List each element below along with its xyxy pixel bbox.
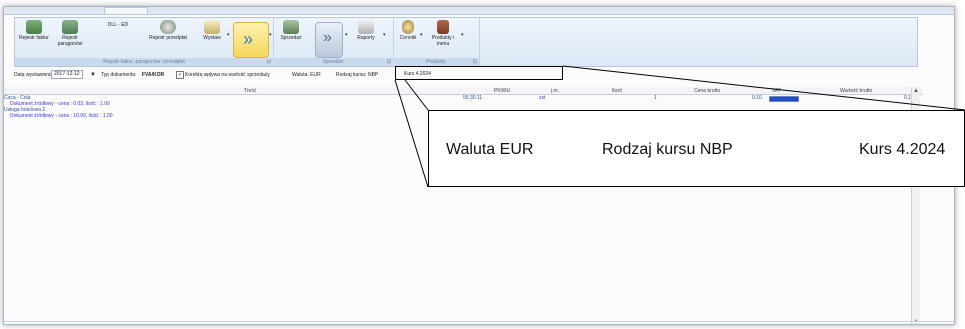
zoom-currency-label: Waluta EUR [446, 141, 534, 158]
zoom-rate-type-label: Rodzaj kursu NBP [602, 141, 733, 158]
zoom-connector-right [562, 65, 965, 111]
zoom-exchange-rate-label: Kurs 4.2024 [859, 141, 946, 158]
zoom-connector-inner [404, 79, 429, 111]
zoom-connector-left [394, 79, 429, 188]
zoom-callout: Waluta EUR Rodzaj kursu NBP Kurs 4.2024 [428, 110, 965, 187]
